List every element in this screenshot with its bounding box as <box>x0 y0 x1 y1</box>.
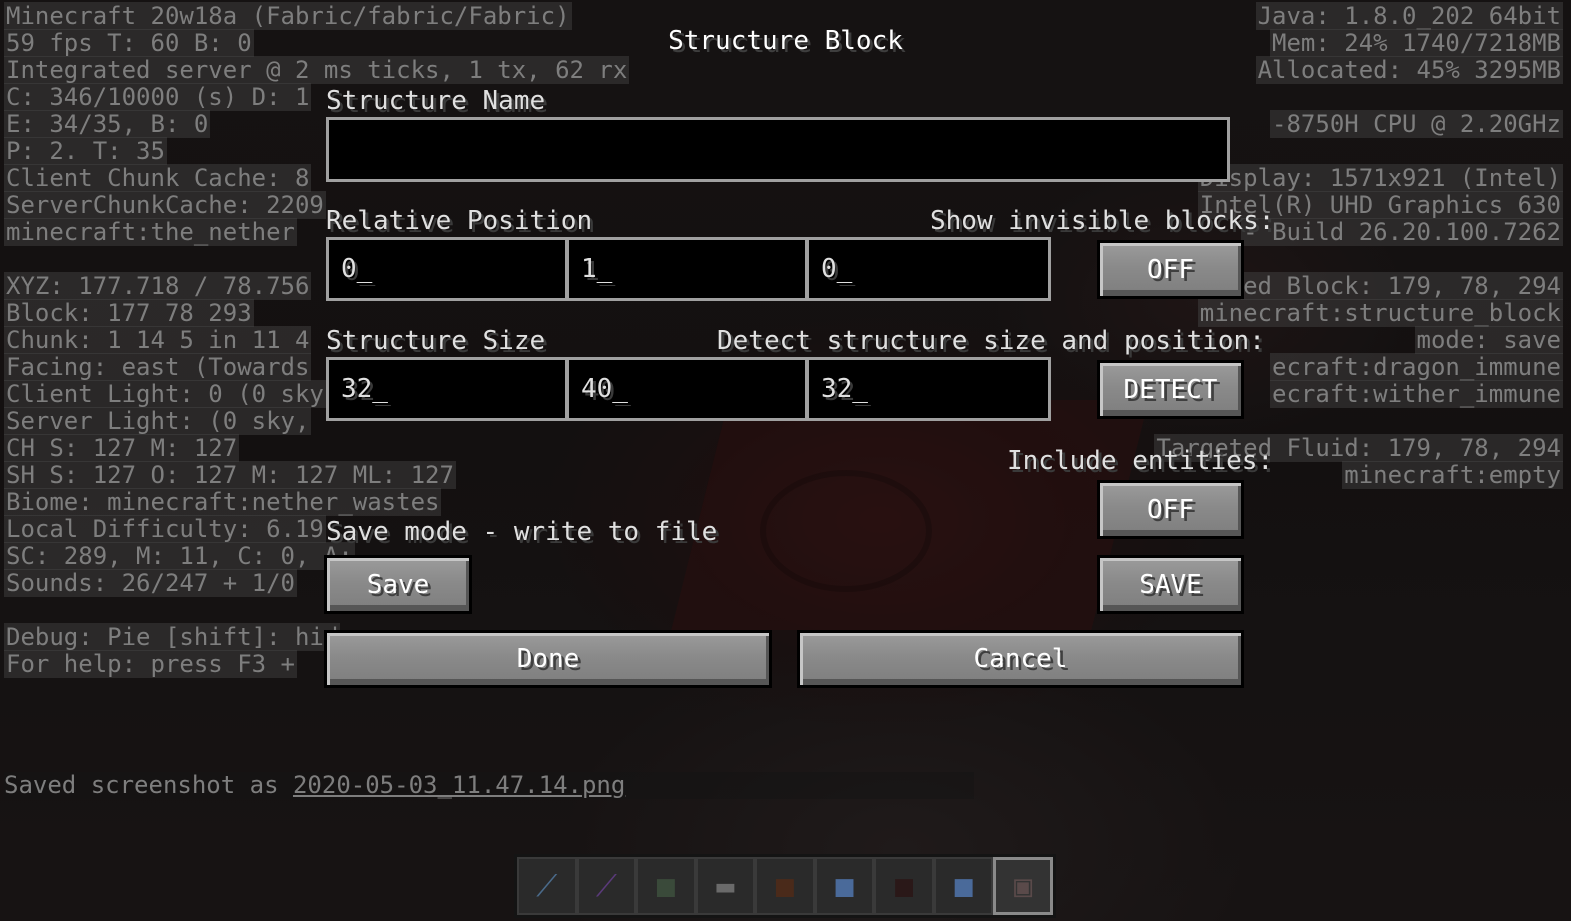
block-icon: ■ <box>656 868 675 904</box>
hotbar-slot-selected[interactable]: ▣ <box>993 857 1053 915</box>
structure-name-input[interactable] <box>326 117 1230 182</box>
chat-prefix: Saved screenshot as <box>4 771 293 799</box>
size-y-input[interactable]: 40_ <box>566 357 808 421</box>
debug-right-text: minecraft:empty <box>1342 461 1563 489</box>
hotbar-slot[interactable]: ▬ <box>695 857 756 915</box>
debug-right-text: - Build 26.20.100.7262 <box>1241 218 1563 246</box>
debug-right-text: mode: save <box>1414 326 1563 354</box>
debug-right-text: ecraft:wither_immune <box>1270 380 1563 408</box>
hotbar-slot[interactable]: ■ <box>636 857 696 915</box>
debug-right-line <box>1154 84 1563 111</box>
position-y-input[interactable]: 1_ <box>566 237 808 301</box>
debug-left-text: E: 34/35, B: 0 <box>4 110 211 138</box>
debug-right-line: minecraft:structure_block <box>1154 299 1563 327</box>
debug-left-text: Biome: minecraft:nether_wastes <box>4 488 442 516</box>
debug-right-text: minecraft:structure_block <box>1197 299 1563 327</box>
debug-right-text <box>1559 407 1563 435</box>
sword-icon: ⟋ <box>536 868 558 904</box>
screenshot-link[interactable]: 2020-05-03_11.47.14.png <box>293 771 625 799</box>
debug-left-text: For help: press F3 + <box>4 650 297 678</box>
debug-left-line: SH S: 127 O: 127 M: 127 ML: 127 <box>4 461 629 489</box>
save-button[interactable]: SAVE <box>1097 555 1244 614</box>
mode-button[interactable]: Save <box>324 555 472 614</box>
debug-right-text <box>1559 83 1563 111</box>
block-icon: ■ <box>954 868 973 904</box>
debug-left-text: Block: 177 78 293 <box>4 299 254 327</box>
structure-size-label: Structure Size <box>326 326 546 356</box>
debug-left-text <box>4 596 8 624</box>
debug-left-text: P: 2. T: 35 <box>4 137 167 165</box>
debug-left-line: Sounds: 26/247 + 1/0 <box>4 569 629 597</box>
sword-icon: ⟋ <box>595 868 617 904</box>
debug-left-text: Local Difficulty: 6.19 <box>4 515 326 543</box>
debug-left-line: Integrated server @ 2 ms ticks, 1 tx, 62… <box>4 56 630 84</box>
show-invisible-toggle-button[interactable]: OFF <box>1097 240 1244 299</box>
debug-left-line: Block: 177 78 293 <box>4 299 629 327</box>
debug-right-text: ed Block: 179, 78, 294 <box>1241 272 1563 300</box>
size-z-input[interactable]: 32_ <box>806 357 1051 421</box>
cancel-button[interactable]: Cancel <box>797 630 1244 688</box>
structure-block-icon: ▣ <box>1014 868 1033 904</box>
hotbar-slot[interactable]: ■ <box>814 857 875 915</box>
include-entities-label: Include entities: <box>1007 446 1274 476</box>
hotbar-slot[interactable]: ⟋ <box>576 857 637 915</box>
mode-description: Save mode - write to file <box>326 517 718 547</box>
debug-right-text <box>1559 137 1563 165</box>
hotbar-slot[interactable]: ⟋ <box>517 857 577 915</box>
block-icon: ■ <box>835 868 854 904</box>
debug-left-text: minecraft:the_nether <box>4 218 297 246</box>
hotbar-slot[interactable]: ■ <box>755 857 815 915</box>
debug-left-text: Server Light: (0 sky, <box>4 407 312 435</box>
debug-left-text: Sounds: 26/247 + 1/0 <box>4 569 297 597</box>
debug-right-text: Allocated: 45% 3295MB <box>1255 56 1563 84</box>
position-z-input[interactable]: 0_ <box>806 237 1051 301</box>
position-x-input[interactable]: 0_ <box>326 237 568 301</box>
debug-left-text: Debug: Pie [shift]: hid <box>4 623 341 651</box>
show-invisible-label: Show invisible blocks: <box>930 206 1275 236</box>
relative-position-label: Relative Position <box>326 206 593 236</box>
debug-left-text: XYZ: 177.718 / 78.756 <box>4 272 312 300</box>
block-icon: ■ <box>775 868 794 904</box>
debug-left-text: SH S: 127 O: 127 M: 127 ML: 127 <box>4 461 456 489</box>
debug-right-line: Allocated: 45% 3295MB <box>1154 56 1563 84</box>
debug-left-text: Integrated server @ 2 ms ticks, 1 tx, 62… <box>4 56 630 84</box>
slab-icon: ▬ <box>716 868 735 904</box>
debug-left-text: SC: 289, M: 11, C: 0, A: <box>4 542 355 570</box>
done-button[interactable]: Done <box>324 630 772 688</box>
debug-left-text: ServerChunkCache: 2209 <box>4 191 326 219</box>
debug-left-text: Client Chunk Cache: 8 <box>4 164 312 192</box>
detect-button[interactable]: DETECT <box>1097 360 1244 419</box>
size-x-input[interactable]: 32_ <box>326 357 568 421</box>
detect-label: Detect structure size and position: <box>717 326 1265 356</box>
debug-right-text: ecraft:dragon_immune <box>1270 353 1563 381</box>
screen-title: Structure Block <box>668 26 903 56</box>
debug-right-text: -8750H CPU @ 2.20GHz <box>1270 110 1563 138</box>
debug-left-text: CH S: 127 M: 127 <box>4 434 240 462</box>
debug-left-text: C: 346/10000 (s) D: 1 <box>4 83 312 111</box>
debug-left-line: CH S: 127 M: 127 <box>4 434 629 462</box>
debug-left-text: Chunk: 1 14 5 in 11 4 <box>4 326 312 354</box>
hotbar-slot[interactable]: ■ <box>874 857 934 915</box>
debug-left-text: Facing: east (Towards <box>4 353 312 381</box>
debug-right-text: Display: 1571x921 (Intel) <box>1197 164 1563 192</box>
chat-message: Saved screenshot as 2020-05-03_11.47.14.… <box>4 772 974 799</box>
include-entities-toggle-button[interactable]: OFF <box>1097 480 1244 539</box>
debug-right-text <box>1559 245 1563 273</box>
debug-left-line: Biome: minecraft:nether_wastes <box>4 488 629 516</box>
debug-left-line <box>4 597 629 624</box>
debug-left-text: Client Light: 0 (0 sky, <box>4 380 341 408</box>
debug-left-line: SC: 289, M: 11, C: 0, A: <box>4 542 629 570</box>
block-icon: ■ <box>895 868 914 904</box>
debug-left-text <box>4 245 8 273</box>
hotbar-slot[interactable]: ■ <box>933 857 994 915</box>
structure-name-label: Structure Name <box>326 86 546 116</box>
hotbar: ⟋ ⟋ ■ ▬ ■ ■ ■ ■ ▣ <box>514 854 1056 918</box>
